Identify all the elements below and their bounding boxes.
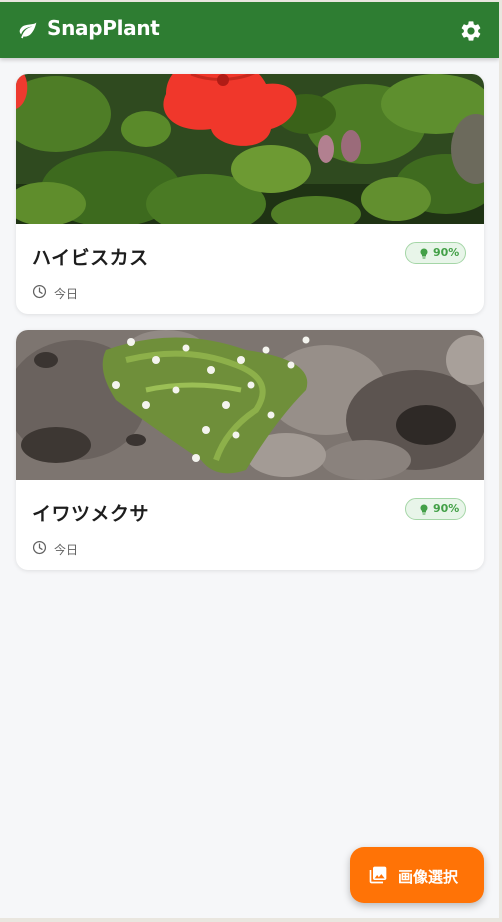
confidence-value: 90% xyxy=(433,246,460,259)
select-image-button[interactable]: 画像選択 xyxy=(350,847,484,903)
gear-icon[interactable] xyxy=(459,19,483,43)
plant-name: イワツメクサ xyxy=(32,503,150,525)
lightbulb-icon xyxy=(420,248,428,259)
clock-icon xyxy=(32,540,47,555)
app-window: SnapPlant ハイビスカス 90% 今日 イワツメクサ 90% 今日 画像… xyxy=(0,2,499,918)
gallery-icon xyxy=(369,866,387,884)
app-bar: SnapPlant xyxy=(0,2,499,58)
hibiscus-photo xyxy=(16,74,484,224)
plant-card[interactable]: イワツメクサ 90% 今日 xyxy=(16,330,484,570)
plant-card[interactable]: ハイビスカス 90% 今日 xyxy=(16,74,484,314)
plant-name: ハイビスカス xyxy=(32,247,149,269)
plant-date: 今日 xyxy=(54,287,79,301)
confidence-badge: 90% xyxy=(405,498,466,520)
plant-date: 今日 xyxy=(54,543,79,557)
stellaria-photo xyxy=(16,330,484,480)
leaf-icon xyxy=(19,22,37,39)
select-image-label: 画像選択 xyxy=(398,868,459,886)
app-title: SnapPlant xyxy=(47,16,160,40)
lightbulb-icon xyxy=(420,504,428,515)
clock-icon xyxy=(32,284,47,299)
confidence-badge: 90% xyxy=(405,242,466,264)
confidence-value: 90% xyxy=(433,502,460,515)
